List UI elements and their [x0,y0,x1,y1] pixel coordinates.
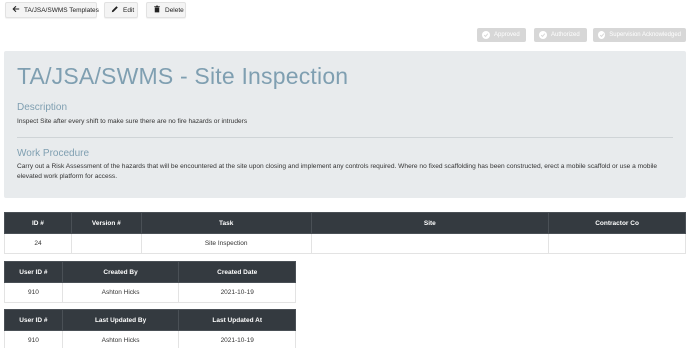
column-header-contractor: Contractor Co [548,212,686,234]
trash-icon [153,5,161,15]
cell-created-date: 2021-10-19 [178,282,296,303]
column-header-id: ID # [4,212,72,234]
column-header-site: Site [310,212,550,234]
section-divider [17,137,673,138]
supervision-acknowledged-status-button[interactable]: Supervision Acknowledged [593,28,686,42]
table-header-row: User ID # Created By Created Date [4,261,296,283]
check-circle-icon [539,31,547,39]
column-header-user-id: User ID # [4,309,63,331]
delete-button-label: Delete [165,6,184,14]
updated-info-table: User ID # Last Updated By Last Updated A… [4,309,296,348]
arrow-left-icon [12,5,20,15]
cell-site [310,233,550,254]
edit-button-label: Edit [123,6,135,14]
delete-button[interactable]: Delete [146,2,186,18]
column-header-user-id: User ID # [4,261,63,283]
table-header-row: User ID # Last Updated By Last Updated A… [4,309,296,331]
table-row: 910 Ashton Hicks 2021-10-19 [4,330,296,348]
column-header-version: Version # [70,212,142,234]
approved-label: Approved [494,32,520,38]
table-header-row: ID # Version # Task Site Contractor Co [4,212,686,234]
column-header-created-date: Created Date [178,261,296,283]
created-info-table: User ID # Created By Created Date 910 As… [4,261,296,303]
cell-contractor [548,233,686,254]
page-title: TA/JSA/SWMS - Site Inspection [17,63,349,89]
cell-id: 24 [4,233,72,254]
check-circle-icon [482,31,490,39]
description-text: Inspect Site after every shift to make s… [17,118,248,125]
work-procedure-text: Carry out a Risk Assessment of the hazar… [17,163,658,180]
column-header-last-updated-by: Last Updated By [61,309,180,331]
column-header-created-by: Created By [61,261,180,283]
work-procedure-heading: Work Procedure [17,148,90,159]
cell-last-updated-by: Ashton Hicks [61,330,180,348]
template-detail-panel: TA/JSA/SWMS - Site Inspection Descriptio… [4,51,686,198]
cell-user-id: 910 [4,330,63,348]
cell-created-by: Ashton Hicks [61,282,180,303]
template-info-table: ID # Version # Task Site Contractor Co 2… [4,212,686,254]
check-circle-icon [598,31,606,39]
edit-button[interactable]: Edit [104,2,138,18]
cell-user-id: 910 [4,282,63,303]
table-row: 910 Ashton Hicks 2021-10-19 [4,282,296,303]
authorized-label: Authorized [551,32,580,38]
back-button-label: TA/JSA/SWMS Templates [24,6,99,14]
column-header-task: Task [140,212,312,234]
cell-task: Site Inspection [140,233,312,254]
approved-status-button[interactable]: Approved [477,28,526,42]
table-row: 24 Site Inspection [4,233,686,254]
pencil-icon [111,5,119,15]
back-to-templates-button[interactable]: TA/JSA/SWMS Templates [5,2,99,18]
cell-last-updated-at: 2021-10-19 [178,330,296,348]
column-header-last-updated-at: Last Updated At [178,309,296,331]
authorized-status-button[interactable]: Authorized [534,28,587,42]
supervision-acknowledged-label: Supervision Acknowledged [609,32,681,38]
description-heading: Description [17,102,68,113]
cell-version [70,233,142,254]
